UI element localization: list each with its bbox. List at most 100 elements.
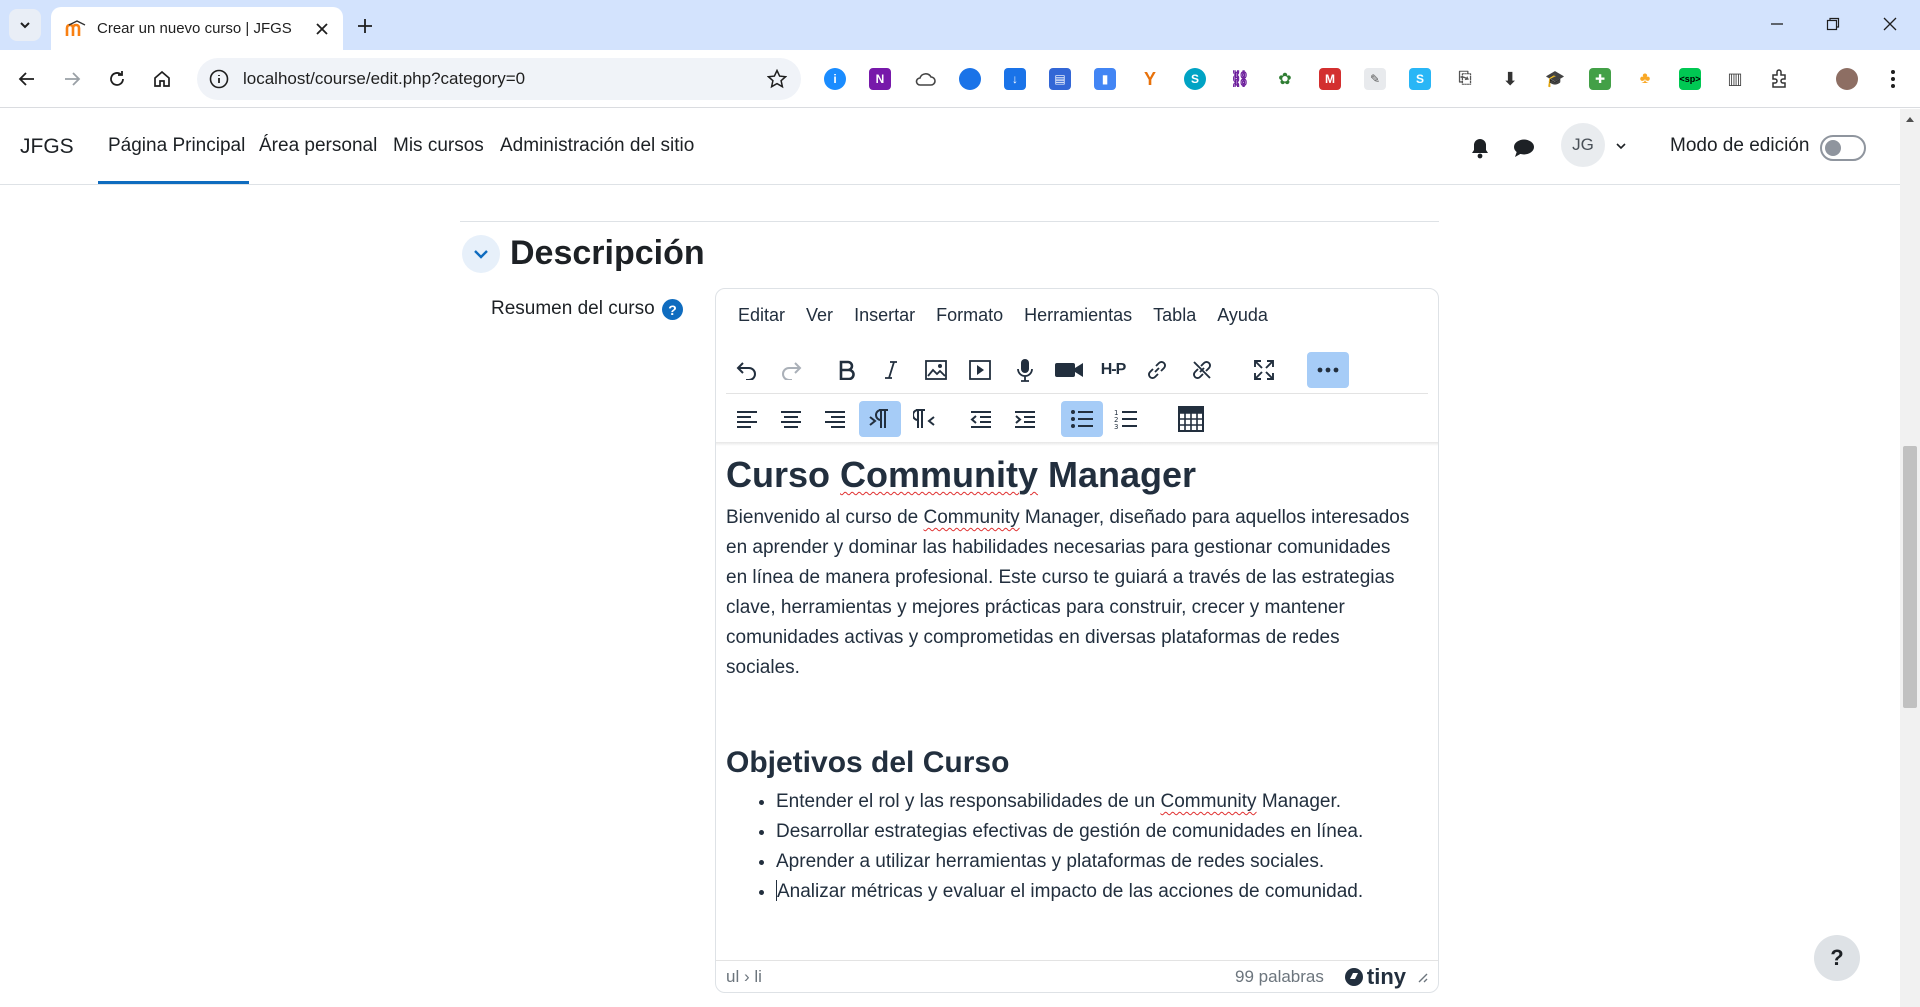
element-path[interactable]: ul › li [726, 967, 1235, 987]
insert-media-button[interactable] [959, 352, 1001, 388]
trash-ext-icon[interactable]: ▥ [1722, 66, 1748, 92]
list-item[interactable]: Aprender a utilizar herramientas y plata… [776, 847, 1426, 877]
section-collapse-button[interactable] [462, 235, 500, 273]
s2-ext-icon[interactable]: S [1407, 66, 1433, 92]
tab-search-button[interactable] [9, 9, 41, 41]
align-center-button[interactable] [770, 401, 812, 437]
resize-handle-icon[interactable] [1416, 971, 1428, 983]
menu-editar[interactable]: Editar [730, 301, 793, 330]
insert-table-button[interactable] [1170, 401, 1212, 437]
site-brand[interactable]: JFGS [20, 135, 74, 159]
nav-link-mis-cursos[interactable]: Mis cursos [393, 135, 484, 157]
back-button[interactable] [11, 63, 43, 95]
editor-content-area[interactable]: Curso Community Manager Bienvenido al cu… [726, 449, 1426, 907]
record-audio-button[interactable] [1004, 352, 1046, 388]
scrollbar-thumb[interactable] [1903, 446, 1917, 708]
list-item[interactable]: Entender el rol y las responsabilidades … [776, 787, 1426, 817]
address-bar[interactable]: localhost/course/edit.php?category=0 [197, 58, 801, 100]
save-ext-icon[interactable]: ▤ [1047, 66, 1073, 92]
messages-button[interactable] [1511, 135, 1537, 161]
nav-link-administracion[interactable]: Administración del sitio [500, 135, 694, 157]
ltr-button[interactable] [859, 401, 901, 437]
user-menu-toggle[interactable] [1608, 133, 1634, 159]
y-ext-icon[interactable]: Y [1137, 66, 1163, 92]
bold-button[interactable] [826, 352, 868, 388]
graduation-icon[interactable]: 🎓 [1542, 66, 1568, 92]
1password-icon[interactable]: i [822, 66, 848, 92]
s-ext-icon[interactable]: S [1182, 66, 1208, 92]
forward-button[interactable] [56, 63, 88, 95]
rtl-button[interactable] [903, 401, 945, 437]
undo-icon [736, 362, 756, 380]
tree-icon[interactable]: ♣ [1632, 66, 1658, 92]
list-item[interactable]: Desarrollar estrategias efectivas de ges… [776, 817, 1426, 847]
cloud-icon[interactable] [912, 66, 938, 92]
onenote-icon[interactable]: N [867, 66, 893, 92]
list-item[interactable]: Analizar métricas y evaluar el impacto d… [776, 877, 1426, 907]
close-window-button[interactable] [1872, 8, 1908, 40]
browser-tab-active[interactable]: Crear un nuevo curso | JFGS [51, 7, 343, 50]
profile-avatar-icon[interactable] [1834, 66, 1860, 92]
page-scrollbar[interactable] [1900, 109, 1920, 1007]
note-ext-icon[interactable]: ✎ [1362, 66, 1388, 92]
star-icon[interactable] [767, 69, 787, 89]
tiny-logo[interactable]: tiny [1344, 964, 1406, 990]
doc-ext-icon[interactable]: ▮ [1092, 66, 1118, 92]
tab-close-button[interactable] [311, 18, 333, 40]
menu-herramientas[interactable]: Herramientas [1016, 301, 1140, 330]
puzzle-green-icon[interactable]: ✚ [1587, 66, 1613, 92]
menu-formato[interactable]: Formato [928, 301, 1011, 330]
content-intro-paragraph[interactable]: Bienvenido al curso de Community Manager… [726, 503, 1416, 683]
pages-ext-icon[interactable]: ⎘ [1452, 66, 1478, 92]
more-tools-button[interactable] [1307, 352, 1349, 388]
nav-link-area-personal[interactable]: Área personal [259, 135, 377, 157]
indent-button[interactable] [1004, 401, 1046, 437]
h5p-button[interactable]: H-P [1092, 352, 1134, 388]
undo-button[interactable] [726, 352, 768, 388]
help-icon[interactable]: ? [662, 299, 683, 320]
edit-mode-toggle[interactable] [1820, 135, 1866, 161]
menu-tabla[interactable]: Tabla [1145, 301, 1204, 330]
site-info-icon[interactable] [209, 69, 229, 89]
italic-button[interactable] [870, 352, 912, 388]
outdent-button[interactable] [960, 401, 1002, 437]
menu-ayuda[interactable]: Ayuda [1209, 301, 1276, 330]
align-right-button[interactable] [814, 401, 856, 437]
align-left-button[interactable] [726, 401, 768, 437]
download-ext-icon[interactable]: ↓ [1002, 66, 1028, 92]
link-button[interactable] [1136, 352, 1178, 388]
content-subheading[interactable]: Objetivos del Curso [726, 745, 1426, 781]
new-tab-button[interactable] [350, 11, 380, 41]
record-video-button[interactable] [1048, 352, 1090, 388]
home-button[interactable] [146, 63, 178, 95]
unlink-button[interactable] [1181, 352, 1223, 388]
minimize-button[interactable] [1759, 8, 1795, 40]
content-heading[interactable]: Curso Community Manager [726, 453, 1426, 497]
numbered-list-button[interactable]: 123 [1105, 401, 1147, 437]
download-icon[interactable]: ⬇ [1497, 66, 1523, 92]
link-ext-icon[interactable]: ⛓ [1227, 66, 1253, 92]
page-help-button[interactable]: ? [1814, 935, 1860, 981]
menu-ver[interactable]: Ver [798, 301, 841, 330]
sp-ext-icon[interactable]: <sp> [1677, 66, 1703, 92]
scroll-up-arrow[interactable] [1900, 111, 1920, 127]
restore-button[interactable] [1815, 8, 1851, 40]
browser-menu-icon[interactable] [1880, 66, 1906, 92]
redo-button[interactable] [770, 352, 812, 388]
extensions-icon[interactable] [1767, 66, 1793, 92]
chrome-ext-icon[interactable] [957, 66, 983, 92]
word-count[interactable]: 99 palabras [1235, 967, 1324, 987]
editor-menubar: Editar Ver Insertar Formato Herramientas… [716, 289, 1438, 341]
nav-link-pagina-principal[interactable]: Página Principal [108, 135, 245, 157]
m-ext-icon[interactable]: M [1317, 66, 1343, 92]
url-text[interactable]: localhost/course/edit.php?category=0 [243, 69, 767, 89]
objectives-list[interactable]: Entender el rol y las responsabilidades … [726, 787, 1426, 907]
bullet-list-button[interactable] [1061, 401, 1103, 437]
fullscreen-button[interactable] [1243, 352, 1285, 388]
bird-ext-icon[interactable]: ✿ [1272, 66, 1298, 92]
notifications-button[interactable] [1467, 135, 1493, 161]
menu-insertar[interactable]: Insertar [846, 301, 923, 330]
insert-image-button[interactable] [915, 352, 957, 388]
user-avatar[interactable]: JG [1561, 123, 1605, 167]
reload-button[interactable] [101, 63, 133, 95]
